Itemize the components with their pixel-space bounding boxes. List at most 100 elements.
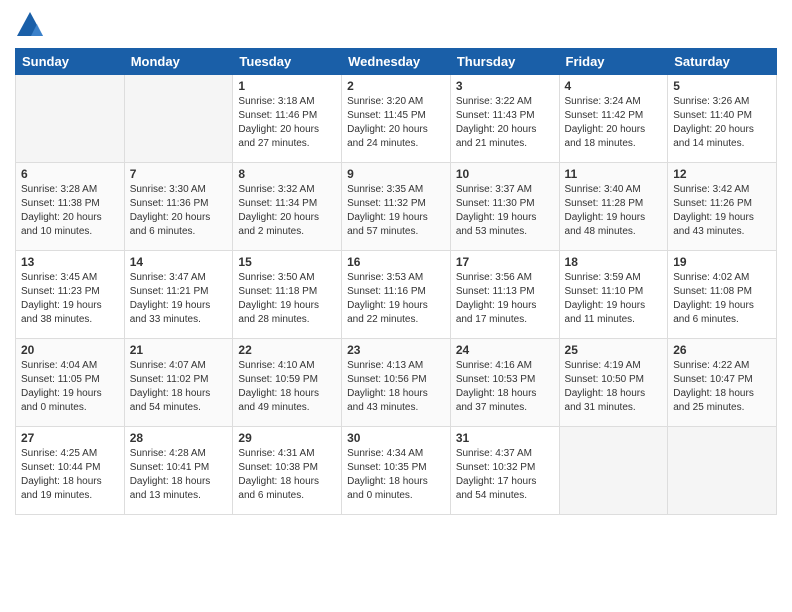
day-info: Sunrise: 3:26 AM Sunset: 11:40 PM Daylig… [673,95,771,151]
weekday-header-sunday: Sunday [16,49,125,75]
calendar-cell: 7 Sunrise: 3:30 AM Sunset: 11:36 PM Dayli… [124,163,233,251]
day-info: Sunrise: 4:02 AM Sunset: 11:08 PM Daylig… [673,271,771,327]
day-number: 17 [456,255,554,269]
day-number: 25 [565,343,663,357]
day-info: Sunrise: 4:22 AM Sunset: 10:47 PM Daylig… [673,359,771,415]
day-info: Sunrise: 3:28 AM Sunset: 11:38 PM Daylig… [21,183,119,239]
calendar-table: SundayMondayTuesdayWednesdayThursdayFrid… [15,48,777,515]
day-number: 10 [456,167,554,181]
day-info: Sunrise: 4:13 AM Sunset: 10:56 PM Daylig… [347,359,445,415]
week-row-2: 6 Sunrise: 3:28 AM Sunset: 11:38 PM Dayli… [16,163,777,251]
day-info: Sunrise: 3:56 AM Sunset: 11:13 PM Daylig… [456,271,554,327]
day-number: 29 [238,431,336,445]
calendar-cell: 2 Sunrise: 3:20 AM Sunset: 11:45 PM Dayli… [342,75,451,163]
day-info: Sunrise: 3:50 AM Sunset: 11:18 PM Daylig… [238,271,336,327]
day-info: Sunrise: 3:24 AM Sunset: 11:42 PM Daylig… [565,95,663,151]
day-number: 5 [673,79,771,93]
day-info: Sunrise: 4:10 AM Sunset: 10:59 PM Daylig… [238,359,336,415]
day-info: Sunrise: 3:42 AM Sunset: 11:26 PM Daylig… [673,183,771,239]
day-number: 16 [347,255,445,269]
logo [15,10,49,40]
calendar-cell: 4 Sunrise: 3:24 AM Sunset: 11:42 PM Dayli… [559,75,668,163]
day-number: 31 [456,431,554,445]
weekday-header-saturday: Saturday [668,49,777,75]
calendar-cell: 28 Sunrise: 4:28 AM Sunset: 10:41 PM Dayl… [124,427,233,515]
day-number: 8 [238,167,336,181]
day-info: Sunrise: 3:32 AM Sunset: 11:34 PM Daylig… [238,183,336,239]
calendar-cell: 23 Sunrise: 4:13 AM Sunset: 10:56 PM Dayl… [342,339,451,427]
calendar-cell: 14 Sunrise: 3:47 AM Sunset: 11:21 PM Dayl… [124,251,233,339]
calendar-cell: 15 Sunrise: 3:50 AM Sunset: 11:18 PM Dayl… [233,251,342,339]
calendar-cell: 1 Sunrise: 3:18 AM Sunset: 11:46 PM Dayli… [233,75,342,163]
day-info: Sunrise: 4:31 AM Sunset: 10:38 PM Daylig… [238,447,336,503]
day-info: Sunrise: 3:20 AM Sunset: 11:45 PM Daylig… [347,95,445,151]
day-info: Sunrise: 4:07 AM Sunset: 11:02 PM Daylig… [130,359,228,415]
calendar-cell: 17 Sunrise: 3:56 AM Sunset: 11:13 PM Dayl… [450,251,559,339]
calendar-cell: 8 Sunrise: 3:32 AM Sunset: 11:34 PM Dayli… [233,163,342,251]
day-info: Sunrise: 4:34 AM Sunset: 10:35 PM Daylig… [347,447,445,503]
calendar-cell: 9 Sunrise: 3:35 AM Sunset: 11:32 PM Dayli… [342,163,451,251]
day-info: Sunrise: 4:16 AM Sunset: 10:53 PM Daylig… [456,359,554,415]
calendar-cell: 22 Sunrise: 4:10 AM Sunset: 10:59 PM Dayl… [233,339,342,427]
week-row-1: 1 Sunrise: 3:18 AM Sunset: 11:46 PM Dayli… [16,75,777,163]
day-number: 22 [238,343,336,357]
day-number: 30 [347,431,445,445]
weekday-header-thursday: Thursday [450,49,559,75]
calendar-cell: 11 Sunrise: 3:40 AM Sunset: 11:28 PM Dayl… [559,163,668,251]
calendar-cell [559,427,668,515]
calendar-cell: 21 Sunrise: 4:07 AM Sunset: 11:02 PM Dayl… [124,339,233,427]
day-info: Sunrise: 3:53 AM Sunset: 11:16 PM Daylig… [347,271,445,327]
day-info: Sunrise: 4:37 AM Sunset: 10:32 PM Daylig… [456,447,554,503]
day-number: 21 [130,343,228,357]
day-number: 14 [130,255,228,269]
day-info: Sunrise: 3:30 AM Sunset: 11:36 PM Daylig… [130,183,228,239]
day-info: Sunrise: 3:18 AM Sunset: 11:46 PM Daylig… [238,95,336,151]
calendar-cell: 26Sunrise: 4:22 AM Sunset: 10:47 PM Dayl… [668,339,777,427]
calendar-cell [668,427,777,515]
calendar-cell: 25Sunrise: 4:19 AM Sunset: 10:50 PM Dayl… [559,339,668,427]
calendar-cell: 19Sunrise: 4:02 AM Sunset: 11:08 PM Dayl… [668,251,777,339]
day-info: Sunrise: 3:37 AM Sunset: 11:30 PM Daylig… [456,183,554,239]
weekday-header-friday: Friday [559,49,668,75]
day-number: 6 [21,167,119,181]
calendar-cell: 27 Sunrise: 4:25 AM Sunset: 10:44 PM Dayl… [16,427,125,515]
header [15,10,777,40]
day-info: Sunrise: 4:25 AM Sunset: 10:44 PM Daylig… [21,447,119,503]
logo-icon [15,10,45,40]
day-number: 11 [565,167,663,181]
day-number: 27 [21,431,119,445]
calendar-cell: 6 Sunrise: 3:28 AM Sunset: 11:38 PM Dayli… [16,163,125,251]
day-info: Sunrise: 3:59 AM Sunset: 11:10 PM Daylig… [565,271,663,327]
calendar-cell: 18 Sunrise: 3:59 AM Sunset: 11:10 PM Dayl… [559,251,668,339]
calendar-cell: 10 Sunrise: 3:37 AM Sunset: 11:30 PM Dayl… [450,163,559,251]
day-number: 2 [347,79,445,93]
weekday-header-wednesday: Wednesday [342,49,451,75]
day-number: 18 [565,255,663,269]
day-number: 4 [565,79,663,93]
day-number: 28 [130,431,228,445]
day-number: 20 [21,343,119,357]
calendar-cell: 24Sunrise: 4:16 AM Sunset: 10:53 PM Dayl… [450,339,559,427]
calendar-cell: 12 Sunrise: 3:42 AM Sunset: 11:26 PM Dayl… [668,163,777,251]
day-number: 1 [238,79,336,93]
day-info: Sunrise: 3:47 AM Sunset: 11:21 PM Daylig… [130,271,228,327]
calendar-cell [124,75,233,163]
day-number: 7 [130,167,228,181]
day-number: 23 [347,343,445,357]
day-number: 3 [456,79,554,93]
day-number: 9 [347,167,445,181]
day-info: Sunrise: 4:28 AM Sunset: 10:41 PM Daylig… [130,447,228,503]
calendar-cell: 30 Sunrise: 4:34 AM Sunset: 10:35 PM Dayl… [342,427,451,515]
page: SundayMondayTuesdayWednesdayThursdayFrid… [0,0,792,612]
calendar-cell: 29 Sunrise: 4:31 AM Sunset: 10:38 PM Dayl… [233,427,342,515]
week-row-4: 20 Sunrise: 4:04 AM Sunset: 11:05 PM Dayl… [16,339,777,427]
day-number: 12 [673,167,771,181]
day-info: Sunrise: 4:04 AM Sunset: 11:05 PM Daylig… [21,359,119,415]
day-info: Sunrise: 3:40 AM Sunset: 11:28 PM Daylig… [565,183,663,239]
calendar-cell: 13Sunrise: 3:45 AM Sunset: 11:23 PM Dayl… [16,251,125,339]
calendar-cell: 3Sunrise: 3:22 AM Sunset: 11:43 PM Dayli… [450,75,559,163]
day-info: Sunrise: 3:35 AM Sunset: 11:32 PM Daylig… [347,183,445,239]
calendar-cell: 16 Sunrise: 3:53 AM Sunset: 11:16 PM Dayl… [342,251,451,339]
day-number: 15 [238,255,336,269]
calendar-cell [16,75,125,163]
